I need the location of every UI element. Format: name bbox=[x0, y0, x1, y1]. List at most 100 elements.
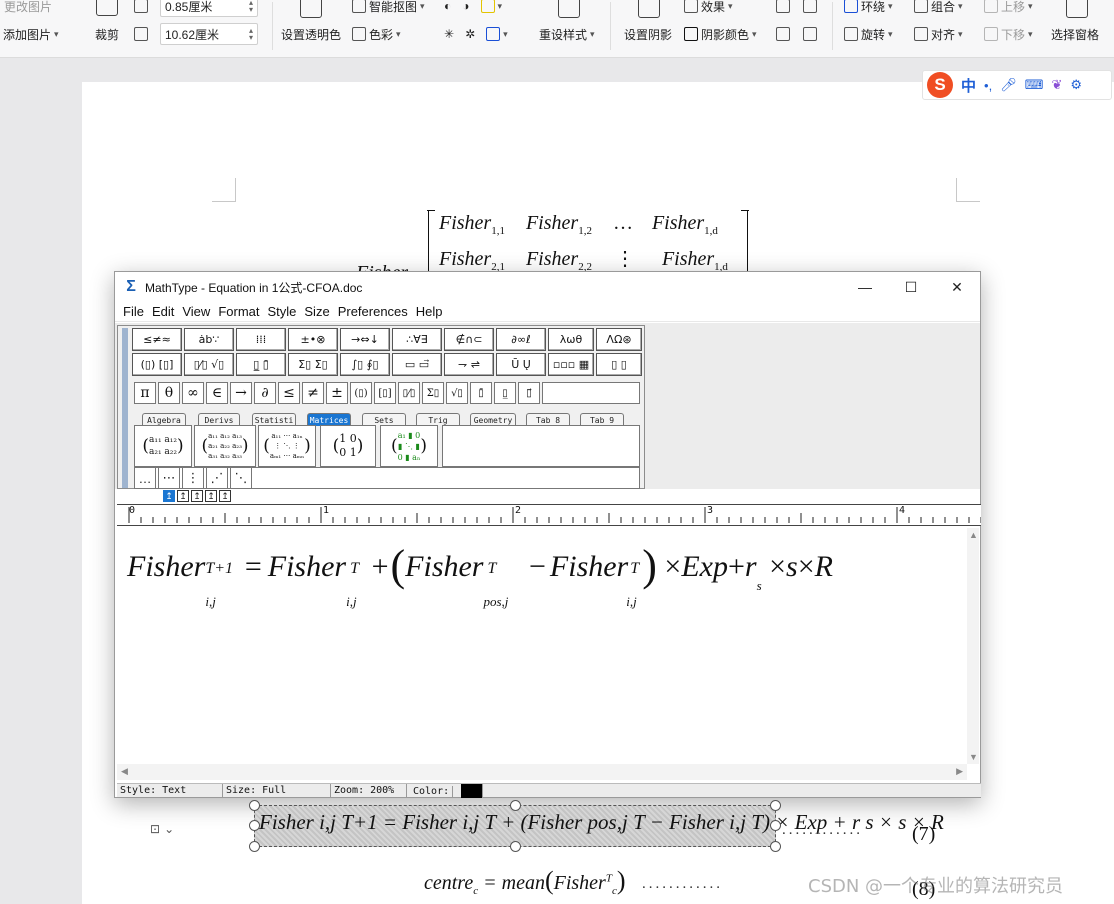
wrap-button[interactable]: 环绕 ▾ bbox=[844, 0, 893, 16]
mic-icon[interactable]: 🎤︎ bbox=[1000, 77, 1017, 93]
resize-handle[interactable] bbox=[770, 820, 781, 831]
scroll-right-icon[interactable]: ▶ bbox=[956, 766, 963, 777]
color-swatch[interactable] bbox=[461, 784, 484, 798]
crop-icon[interactable] bbox=[96, 0, 118, 16]
palette-spaces[interactable]: ȧb∵ bbox=[184, 328, 234, 351]
menu-edit[interactable]: Edit bbox=[148, 304, 178, 319]
scroll-up-icon[interactable]: ▲ bbox=[969, 530, 978, 540]
toolbox-icon[interactable]: ⚙ bbox=[1070, 77, 1082, 93]
shadow-right-icon[interactable] bbox=[803, 27, 817, 41]
palette-relations[interactable]: ≤≠≈ bbox=[132, 328, 182, 351]
symbol-vector[interactable]: ▯⃗ bbox=[518, 382, 540, 404]
brightness-buttons[interactable]: ◐ ◑ ▾ bbox=[444, 0, 502, 16]
selected-equation-object[interactable]: Fisher i,j T+1 = Fisher i,j T + (Fisher … bbox=[249, 800, 944, 852]
symbol-arrow[interactable]: → bbox=[230, 382, 252, 404]
shadow-color-button[interactable]: 阴影颜色 ▾ bbox=[684, 24, 757, 44]
ime-punctuation-toggle[interactable]: •, bbox=[984, 78, 992, 93]
resize-handle[interactable] bbox=[249, 820, 260, 831]
smart-cutout-button[interactable]: 智能抠图 ▾ bbox=[352, 0, 425, 16]
shadow-side-buttons[interactable] bbox=[776, 24, 817, 44]
symbol-ddots[interactable]: ⋱ bbox=[230, 467, 252, 489]
contrast-buttons[interactable]: ✳ ✲ ▾ bbox=[444, 24, 508, 44]
add-image-button[interactable]: 添加图片 ▾ bbox=[3, 24, 59, 44]
color-button[interactable]: 色彩 ▾ bbox=[352, 24, 401, 44]
scroll-down-icon[interactable]: ▼ bbox=[969, 752, 978, 762]
menu-style[interactable]: Style bbox=[263, 304, 300, 319]
resize-handle[interactable] bbox=[249, 800, 260, 811]
width-input[interactable]: 10.62厘米 ▴ ▾ bbox=[160, 23, 258, 45]
shadow-icon[interactable] bbox=[638, 0, 660, 18]
right-tab-icon[interactable]: ↥ bbox=[191, 490, 203, 502]
rotate-button[interactable]: 旋转 ▾ bbox=[844, 24, 893, 44]
symbol-theta[interactable]: θ bbox=[158, 382, 180, 404]
symbol-infinity[interactable]: ∞ bbox=[182, 382, 204, 404]
ime-toolbar[interactable]: S 中 •, 🎤︎ ⌨ ❦ ⚙ bbox=[922, 70, 1112, 100]
palette-summations[interactable]: Σ▯ Σ▯ bbox=[288, 353, 338, 376]
set-shadow-button[interactable]: 设置阴影 bbox=[624, 24, 672, 44]
left-tab-icon[interactable]: ↥ bbox=[163, 490, 175, 502]
center-tab-icon[interactable]: ↥ bbox=[177, 490, 189, 502]
height-input[interactable]: 0.85厘米 ▴ ▾ bbox=[160, 0, 258, 17]
ruler[interactable]: 0 1 2 3 4 bbox=[117, 504, 981, 526]
palette-boxes[interactable]: ▯ ▯ bbox=[596, 353, 642, 376]
resize-handle[interactable] bbox=[510, 800, 521, 811]
symbol-updots[interactable]: ⋰ bbox=[206, 467, 228, 489]
selection-pane-button[interactable]: 选择窗格 bbox=[1051, 24, 1099, 44]
palette-misc[interactable]: ∂∞ℓ bbox=[496, 328, 546, 351]
sun-down-icon[interactable]: ✲ bbox=[465, 27, 475, 41]
shadow-left-icon[interactable] bbox=[776, 27, 790, 41]
sogou-logo-icon[interactable]: S bbox=[927, 72, 953, 98]
menu-help[interactable]: Help bbox=[412, 304, 447, 319]
vertical-scrollbar[interactable]: ▲ ▼ bbox=[967, 528, 979, 764]
editor-equation[interactable]: Fisher T+1 i,j = Fisher Ti,j +(Fisher Tpos,j … bbox=[127, 536, 833, 609]
menu-preferences[interactable]: Preferences bbox=[334, 304, 412, 319]
mathtype-titlebar[interactable]: Σ MathType - Equation in 1公式-CFOA.doc — … bbox=[115, 272, 980, 302]
palette-subsup[interactable]: ▯̲ ▯̄ bbox=[236, 353, 286, 376]
set-transparent-button[interactable]: 设置透明色 bbox=[281, 24, 341, 44]
change-image-button[interactable]: 更改图片 bbox=[4, 0, 52, 16]
keyboard-icon[interactable]: ⌨ bbox=[1025, 77, 1044, 93]
menu-view[interactable]: View bbox=[178, 304, 214, 319]
symbol-leq[interactable]: ≤ bbox=[278, 382, 300, 404]
template-identity-2x2[interactable]: (1 00 1) bbox=[320, 425, 376, 467]
template-matrix-2x2[interactable]: (a₁₁ a₁₂ a₂₁ a₂₂) bbox=[134, 425, 192, 467]
border-color-icon[interactable] bbox=[486, 27, 501, 41]
toolbar-grip[interactable] bbox=[122, 328, 128, 488]
palette-labeled-arrows[interactable]: ⇁ ⇌ bbox=[444, 353, 494, 376]
shadow-up-icon[interactable] bbox=[776, 0, 790, 13]
menu-format[interactable]: Format bbox=[214, 304, 263, 319]
scroll-left-icon[interactable]: ◀ bbox=[121, 766, 128, 777]
template-diagonal[interactable]: (a₁ ▮ 0 ▮ ⋱ ▮ 0 ▮ aₙ) bbox=[380, 425, 438, 467]
palette-bars[interactable]: ▭ ▭⃗ bbox=[392, 353, 442, 376]
palette-sets[interactable]: ∉∩⊂ bbox=[444, 328, 494, 351]
width-spinner[interactable]: ▴ ▾ bbox=[249, 27, 253, 42]
palette-greek-upper[interactable]: ΛΩ⊛ bbox=[596, 328, 642, 351]
symbol-ellipsis[interactable]: … bbox=[134, 467, 156, 489]
crop-button[interactable]: 裁剪 bbox=[95, 24, 119, 44]
sun-up-icon[interactable]: ✳ bbox=[444, 27, 454, 41]
shadow-direction-buttons[interactable] bbox=[776, 0, 817, 16]
palette-fences[interactable]: (▯) [▯] bbox=[132, 353, 182, 376]
palette-integrals[interactable]: ∫▯ ∮▯ bbox=[340, 353, 390, 376]
highlight-color-icon[interactable] bbox=[480, 0, 495, 13]
symbol-empty-slot[interactable] bbox=[542, 382, 640, 404]
menu-size[interactable]: Size bbox=[300, 304, 333, 319]
symbol-cdots[interactable]: ⋯ bbox=[158, 467, 180, 489]
symbol-fraction[interactable]: ▯⁄▯ bbox=[398, 382, 420, 404]
symbol-sqrt[interactable]: √▯ bbox=[446, 382, 468, 404]
move-down-button[interactable]: 下移 ▾ bbox=[984, 24, 1033, 44]
layout-options-button[interactable]: ⊡ ⌄ bbox=[150, 819, 186, 839]
palette-products[interactable]: Ū Ų bbox=[496, 353, 546, 376]
brightness-up-icon[interactable]: ◐ bbox=[444, 0, 451, 13]
symbol-plusminus[interactable]: ± bbox=[326, 382, 348, 404]
equation-editor[interactable]: Fisher T+1 i,j = Fisher Ti,j +(Fisher Tpos,j … bbox=[117, 528, 967, 764]
effects-button[interactable]: 效果 ▾ bbox=[684, 0, 733, 16]
decimal-tab-icon[interactable]: ↥ bbox=[205, 490, 217, 502]
align-button[interactable]: 对齐 ▾ bbox=[914, 24, 963, 44]
palette-matrices[interactable]: ▫▫▫ ▦ bbox=[548, 353, 594, 376]
symbol-vdots[interactable]: ⋮ bbox=[182, 467, 204, 489]
transparent-color-icon[interactable] bbox=[300, 0, 322, 18]
minimize-button[interactable]: — bbox=[842, 272, 888, 302]
symbol-parens[interactable]: (▯) bbox=[350, 382, 372, 404]
move-up-button[interactable]: 上移 ▾ bbox=[984, 0, 1033, 16]
